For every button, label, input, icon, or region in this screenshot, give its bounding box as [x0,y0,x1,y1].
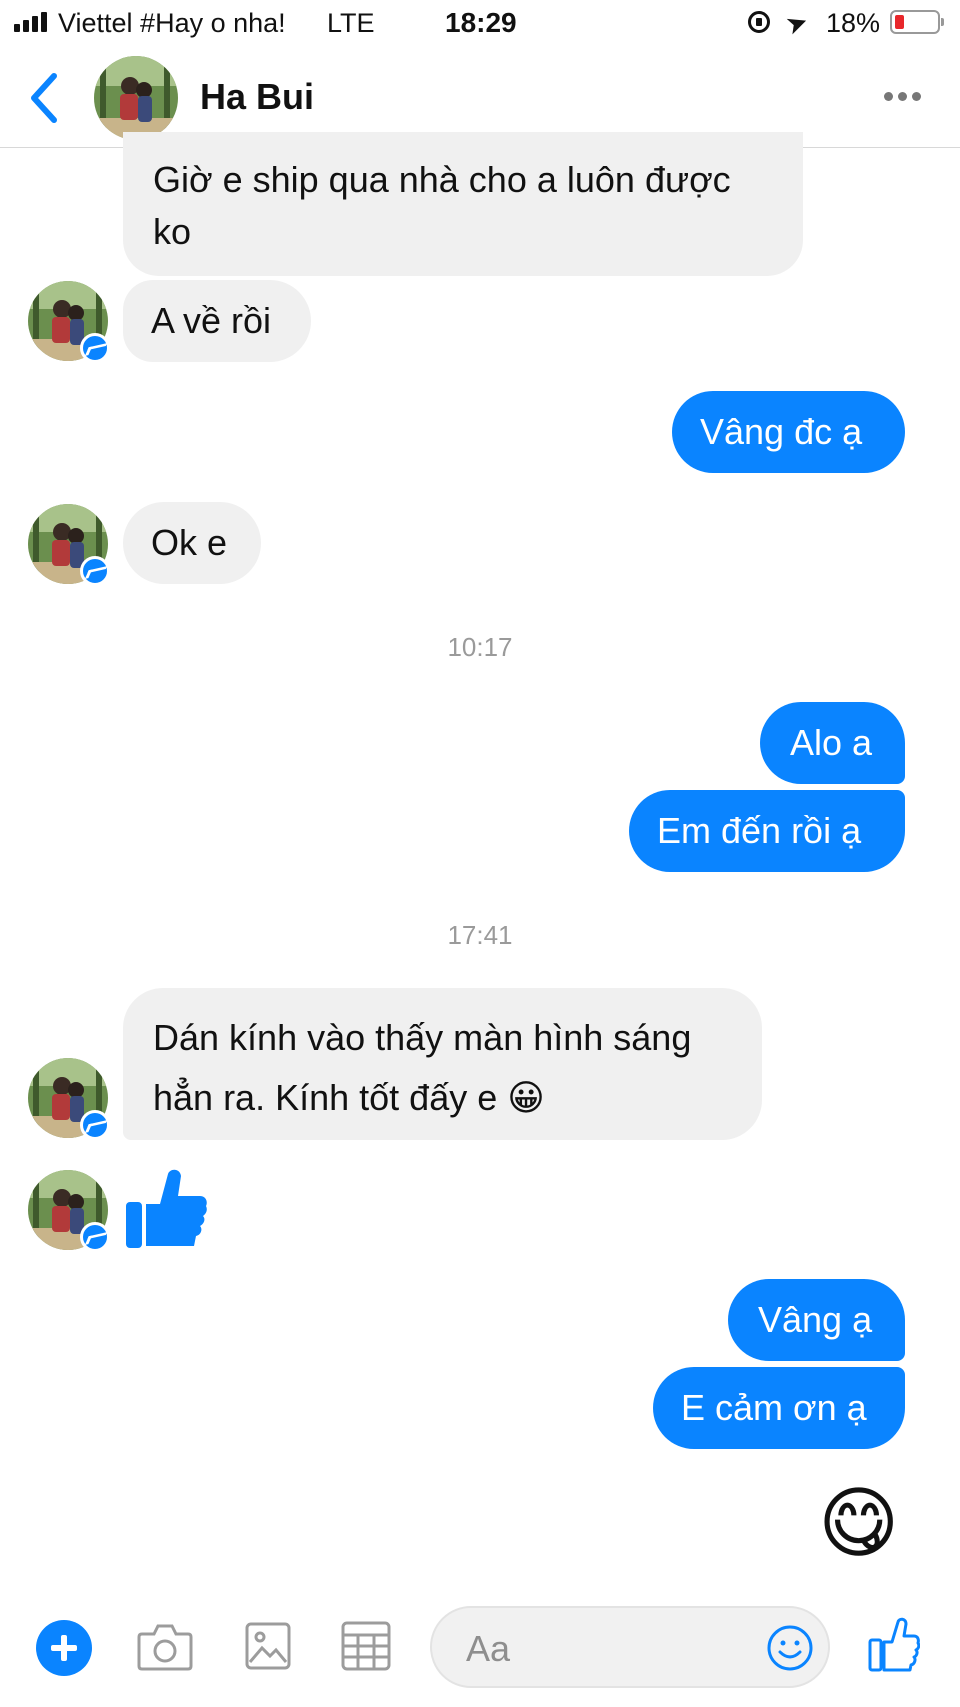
timestamp: 10:17 [447,632,513,662]
grid-icon[interactable] [340,1620,392,1672]
orientation-lock-icon [748,11,770,33]
thumbs-up-icon[interactable] [124,1166,208,1250]
message-text-line: Giờ e ship qua nhà cho a luôn được [153,159,731,200]
camera-icon[interactable] [136,1620,194,1672]
incoming-message[interactable]: A về rồi [123,280,311,362]
yum-emoji-icon[interactable]: 😋 [818,1478,899,1568]
location-icon: ➤ [781,5,813,41]
battery-percent: 18% [826,8,881,38]
messenger-badge-icon [80,1110,110,1140]
avatar[interactable] [94,56,178,140]
message-input[interactable]: Aa [430,1606,830,1688]
outgoing-message[interactable]: Vâng đc ạ [672,391,905,473]
outgoing-message[interactable]: Alo a [760,702,905,784]
messenger-badge-icon [80,333,110,363]
battery-icon [890,10,944,34]
message-input-placeholder: Aa [466,1628,511,1669]
message-text-line: hẳn ra. Kính tốt đấy e 😀 [153,1068,732,1128]
status-bar: Viettel #Hay o nha! LTE 18:29 ➤ 18% [0,0,960,48]
incoming-message[interactable]: Ok e [123,502,261,584]
message-text: hẳn ra. Kính tốt đấy e [153,1077,498,1118]
network-label: LTE [327,8,375,38]
outgoing-message[interactable]: Vâng ạ [728,1279,905,1361]
like-icon[interactable] [868,1616,920,1672]
grinning-emoji-icon: 😀 [507,1077,545,1118]
message-text-line: Dán kính vào thấy màn hình sáng [153,1017,692,1058]
messenger-badge-icon [80,556,110,586]
messenger-badge-icon [80,1222,110,1252]
outgoing-message[interactable]: E cảm ơn ạ [653,1367,905,1449]
incoming-message[interactable]: Giờ e ship qua nhà cho a luôn được ko [123,132,803,276]
message-text-line: ko [153,211,192,252]
contact-name[interactable]: Ha Bui [200,76,314,118]
chevron-left-icon[interactable] [26,70,66,126]
clock: 18:29 [445,7,517,38]
plus-icon[interactable] [36,1620,92,1676]
timestamp: 17:41 [447,920,513,950]
composer-bar: Aa [0,1590,960,1707]
gallery-icon[interactable] [244,1620,292,1672]
more-dots-icon[interactable] [884,92,921,101]
signal-icon [14,12,47,32]
carrier-label: Viettel #Hay o nha! [58,8,286,38]
smile-icon[interactable] [766,1624,814,1672]
outgoing-message[interactable]: Em đến rồi ạ [629,790,905,872]
incoming-message[interactable]: Dán kính vào thấy màn hình sáng hẳn ra. … [123,988,762,1140]
